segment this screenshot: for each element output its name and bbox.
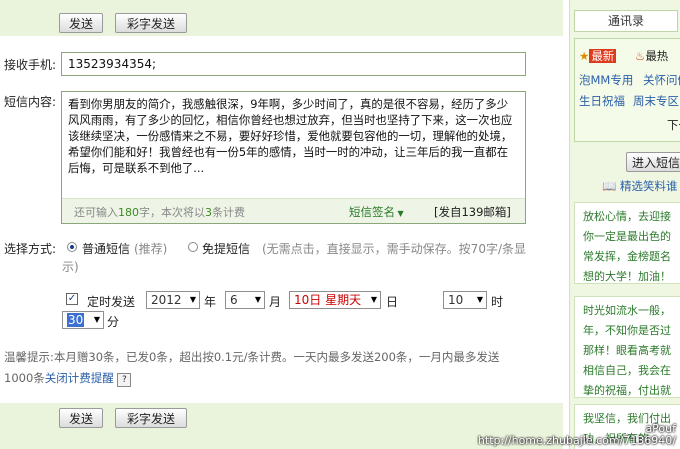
remain-count: 180 xyxy=(118,206,139,219)
chevron-down-icon: ▼ xyxy=(370,295,377,304)
link-weekend[interactable]: 周末专区 xyxy=(633,93,679,109)
year-select[interactable]: 2012 ▼ xyxy=(146,291,200,309)
tag-hot[interactable]: ♨最热 xyxy=(635,48,668,64)
remain-suffix: 条计费 xyxy=(212,206,245,219)
quote-line: 放松心情，去迎接 xyxy=(583,210,671,223)
minute-value: 30 xyxy=(67,313,85,327)
quote-line: 那样！眼看高考就 xyxy=(583,344,671,357)
content-label: 短信内容: xyxy=(4,95,57,109)
link-birthday[interactable]: 生日祝福 xyxy=(579,93,625,109)
tag-new[interactable]: ★ 最新 xyxy=(579,48,617,64)
year-value: 2012 xyxy=(151,293,182,307)
quote-line: 想的大学！加油！ xyxy=(583,270,671,283)
help-icon[interactable]: ? xyxy=(117,373,132,387)
phone-value: 13523934354; xyxy=(68,57,157,71)
minute-select[interactable]: 30 ▼ xyxy=(62,311,104,329)
day-select[interactable]: 10日 星期天 ▼ xyxy=(289,291,381,309)
quote-card-2[interactable]: 时光如流水一般， 年，不知你是否过 那样！眼看高考就 相信自己，我会在 挚的祝福… xyxy=(574,296,680,398)
featured-jokes-link[interactable]: 📖 精选笑料谁 xyxy=(602,178,677,194)
timed-send-label: 定时发送 xyxy=(87,295,136,309)
remaining-info: 还可输入180字，本次将以3条计费 xyxy=(74,204,245,220)
signature-dropdown[interactable]: 短信签名 ▼ xyxy=(349,204,404,220)
signature-label: 短信签名 xyxy=(349,205,395,219)
flame-icon: ♨ xyxy=(635,49,646,63)
hour-unit: 时 xyxy=(491,295,504,309)
chevron-down-icon: ▼ xyxy=(395,209,404,218)
watermark-line2: http://home.zhubajie.com/7136940/ xyxy=(477,434,676,447)
timed-send-checkbox[interactable]: ✓ xyxy=(66,293,78,305)
minute-unit: 分 xyxy=(107,315,120,329)
message-textarea[interactable]: 看到你男朋友的简介，我感触很深，9年啊，多少时间了，真的是很不容易，经历了多少风… xyxy=(61,91,526,224)
top-toolbar: 发送 彩字发送 xyxy=(0,0,563,36)
chevron-down-icon: ▼ xyxy=(189,295,196,304)
radio-normal-sms[interactable] xyxy=(67,242,77,252)
mode-free-note: (无需点击，直接显示，需手动保存。按70字/条显 xyxy=(262,242,526,256)
month-unit: 月 xyxy=(269,295,282,309)
sidebar: 通讯录 ★最新 ♨最热 泡MM专用 关怀问候 生日祝福 周末专区 下一 进入短信… xyxy=(569,0,680,449)
mode-normal-label: 普通短信 xyxy=(82,242,131,256)
send-button-bottom[interactable]: 发送 xyxy=(59,408,103,428)
tip-line1: 温馨提示:本月赠30条，已发0条，超出按0.1元/条计费。一天内最多发送200条… xyxy=(4,350,500,364)
color-send-button-bottom[interactable]: 彩字发送 xyxy=(115,408,187,428)
mode-normal-note: (推荐) xyxy=(134,242,168,256)
hour-value: 10 xyxy=(448,293,464,307)
phone-label: 接收手机: xyxy=(4,58,57,72)
close-billing-reminder-link[interactable]: 关闭计费提醒 xyxy=(45,371,114,385)
tag-new-label: 最新 xyxy=(589,49,617,63)
month-value: 6 xyxy=(230,293,238,307)
tip-line2-prefix: 1000条 xyxy=(4,371,45,385)
sms-category-box: ★最新 ♨最热 泡MM专用 关怀问候 生日祝福 周末专区 下一 xyxy=(574,38,680,142)
hour-select[interactable]: 10 ▼ xyxy=(443,291,487,309)
mode-free-label: 免提短信 xyxy=(202,242,251,256)
featured-label: 精选笑料谁 xyxy=(619,179,678,193)
message-footer: 还可输入180字，本次将以3条计费 短信签名 ▼ [发自139邮箱] xyxy=(62,198,525,223)
tip-line2: 1000条关闭计费提醒 ? xyxy=(4,370,132,387)
chevron-down-icon: ▼ xyxy=(93,315,100,324)
month-select[interactable]: 6 ▼ xyxy=(225,291,265,309)
color-send-button[interactable]: 彩字发送 xyxy=(115,13,187,33)
remain-prefix: 还可输入 xyxy=(74,206,118,219)
watermark: aPouf http://home.zhubajie.com/7136940/ xyxy=(478,423,676,447)
send-button[interactable]: 发送 xyxy=(59,13,103,33)
radio-free-sms[interactable] xyxy=(188,242,198,252)
link-dating[interactable]: 泡MM专用 xyxy=(579,72,633,88)
day-unit: 日 xyxy=(386,295,399,309)
tab-contacts[interactable]: 通讯录 xyxy=(574,10,678,32)
chevron-down-icon: ▼ xyxy=(476,295,483,304)
charge-count: 3 xyxy=(205,206,212,219)
book-icon: 📖 xyxy=(602,179,617,193)
chevron-down-icon: ▼ xyxy=(254,295,261,304)
quote-card-1[interactable]: 放松心情，去迎接 你一定是最出色的 常发挥，金榜题名 想的大学！加油！ xyxy=(574,202,680,284)
phone-input[interactable]: 13523934354; xyxy=(61,52,526,76)
quote-line: 常发挥，金榜题名 xyxy=(583,250,671,263)
quote-line: 时光如流水一般， xyxy=(583,304,671,317)
mode-free-note-wrap: 示) xyxy=(62,260,79,274)
enter-sms-button[interactable]: 进入短信 xyxy=(626,152,680,172)
remain-mid: 字，本次将以 xyxy=(139,206,205,219)
star-icon: ★ xyxy=(579,49,590,63)
message-text: 看到你男朋友的简介，我感触很深，9年啊，多少时间了，真的是很不容易，经历了多少风… xyxy=(68,97,513,175)
mode-label: 选择方式: xyxy=(4,242,57,256)
year-unit: 年 xyxy=(204,295,217,309)
sender-tag: [发自139邮箱] xyxy=(434,205,511,219)
quote-line: 相信自己，我会在 xyxy=(583,364,671,377)
quote-line: 挚的祝福，付出就 xyxy=(583,384,671,397)
quote-line: 年，不知你是否过 xyxy=(583,324,671,337)
tag-hot-label: 最热 xyxy=(645,49,669,63)
next-page-link[interactable]: 下一 xyxy=(667,117,680,133)
day-value: 10日 星期天 xyxy=(294,293,362,307)
link-care[interactable]: 关怀问候 xyxy=(643,72,680,88)
quote-line: 你一定是最出色的 xyxy=(583,230,671,243)
